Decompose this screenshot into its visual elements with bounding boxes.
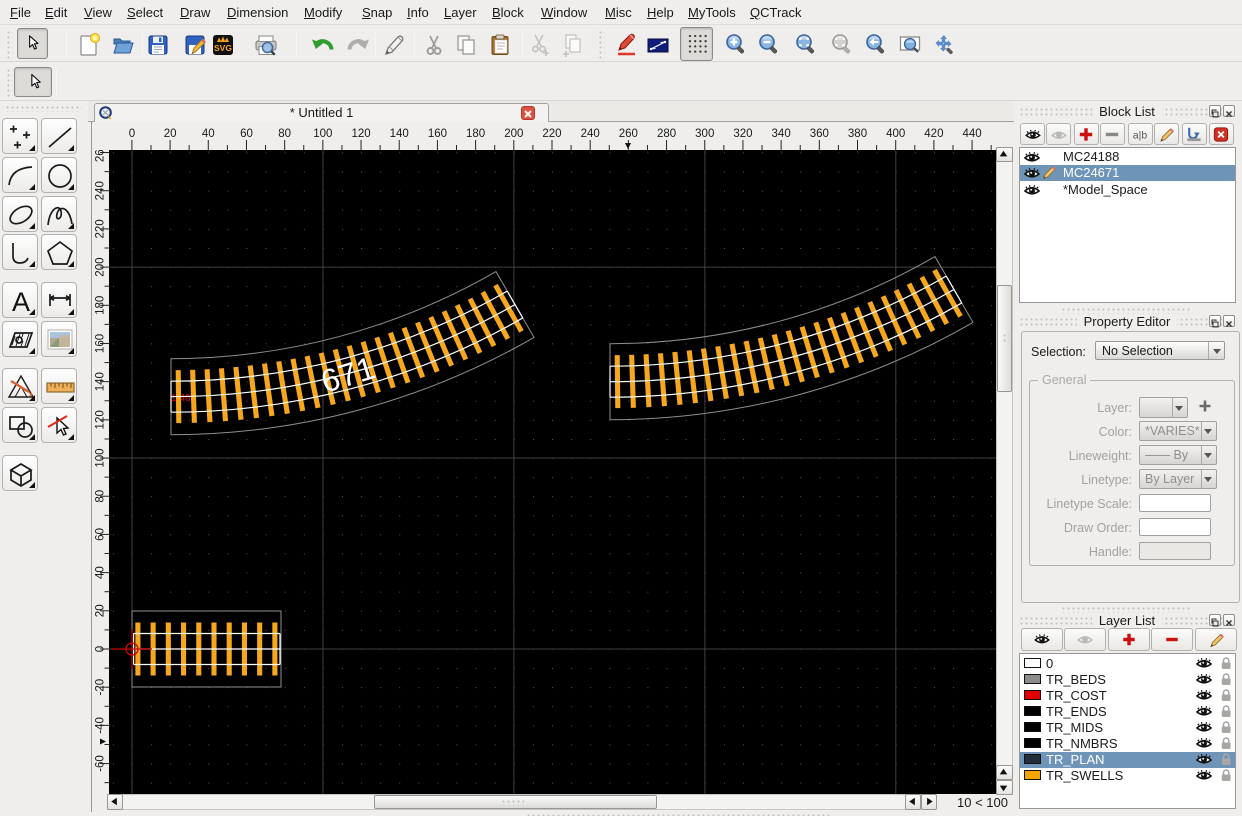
svg-text:160: 160 bbox=[428, 128, 447, 140]
svg-text:260: 260 bbox=[95, 150, 107, 162]
svg-text:60: 60 bbox=[95, 528, 107, 541]
svg-text:280: 280 bbox=[657, 128, 676, 140]
svg-text:380: 380 bbox=[848, 128, 867, 140]
svg-text:440: 440 bbox=[962, 128, 981, 140]
svg-text:40: 40 bbox=[202, 128, 215, 140]
svg-text:0: 0 bbox=[95, 646, 107, 652]
svg-text:240: 240 bbox=[95, 181, 107, 200]
svg-text:40: 40 bbox=[95, 566, 107, 579]
svg-text:160: 160 bbox=[95, 334, 107, 353]
svg-text:180: 180 bbox=[466, 128, 485, 140]
svg-text:360: 360 bbox=[810, 128, 829, 140]
svg-text:0: 0 bbox=[129, 128, 135, 140]
svg-text:A: A bbox=[12, 287, 30, 316]
svg-text:a|b: a|b bbox=[1132, 130, 1147, 141]
svg-text:-60: -60 bbox=[95, 755, 107, 772]
svg-text:SVG: SVG bbox=[214, 43, 232, 53]
svg-text:320: 320 bbox=[733, 128, 752, 140]
svg-text:140: 140 bbox=[95, 372, 107, 391]
svg-text:400: 400 bbox=[886, 128, 905, 140]
svg-text:240: 240 bbox=[581, 128, 600, 140]
svg-text:300: 300 bbox=[695, 128, 714, 140]
svg-text:20: 20 bbox=[164, 128, 177, 140]
svg-text:420: 420 bbox=[924, 128, 943, 140]
svg-text:100: 100 bbox=[313, 128, 332, 140]
svg-text:140: 140 bbox=[390, 128, 409, 140]
svg-text:120: 120 bbox=[95, 410, 107, 429]
svg-text:-40: -40 bbox=[95, 717, 107, 734]
svg-text:220: 220 bbox=[542, 128, 561, 140]
svg-text:60: 60 bbox=[240, 128, 253, 140]
svg-text:20: 20 bbox=[95, 604, 107, 617]
svg-text:-20: -20 bbox=[95, 679, 107, 696]
svg-text:80: 80 bbox=[278, 128, 291, 140]
svg-text:220: 220 bbox=[95, 219, 107, 238]
svg-text:340: 340 bbox=[772, 128, 791, 140]
svg-text:200: 200 bbox=[504, 128, 523, 140]
svg-text:200: 200 bbox=[95, 258, 107, 277]
svg-text:100: 100 bbox=[95, 448, 107, 467]
svg-text:260: 260 bbox=[619, 128, 638, 140]
svg-text:180: 180 bbox=[95, 296, 107, 315]
svg-text:80: 80 bbox=[95, 490, 107, 503]
svg-text:120: 120 bbox=[351, 128, 370, 140]
